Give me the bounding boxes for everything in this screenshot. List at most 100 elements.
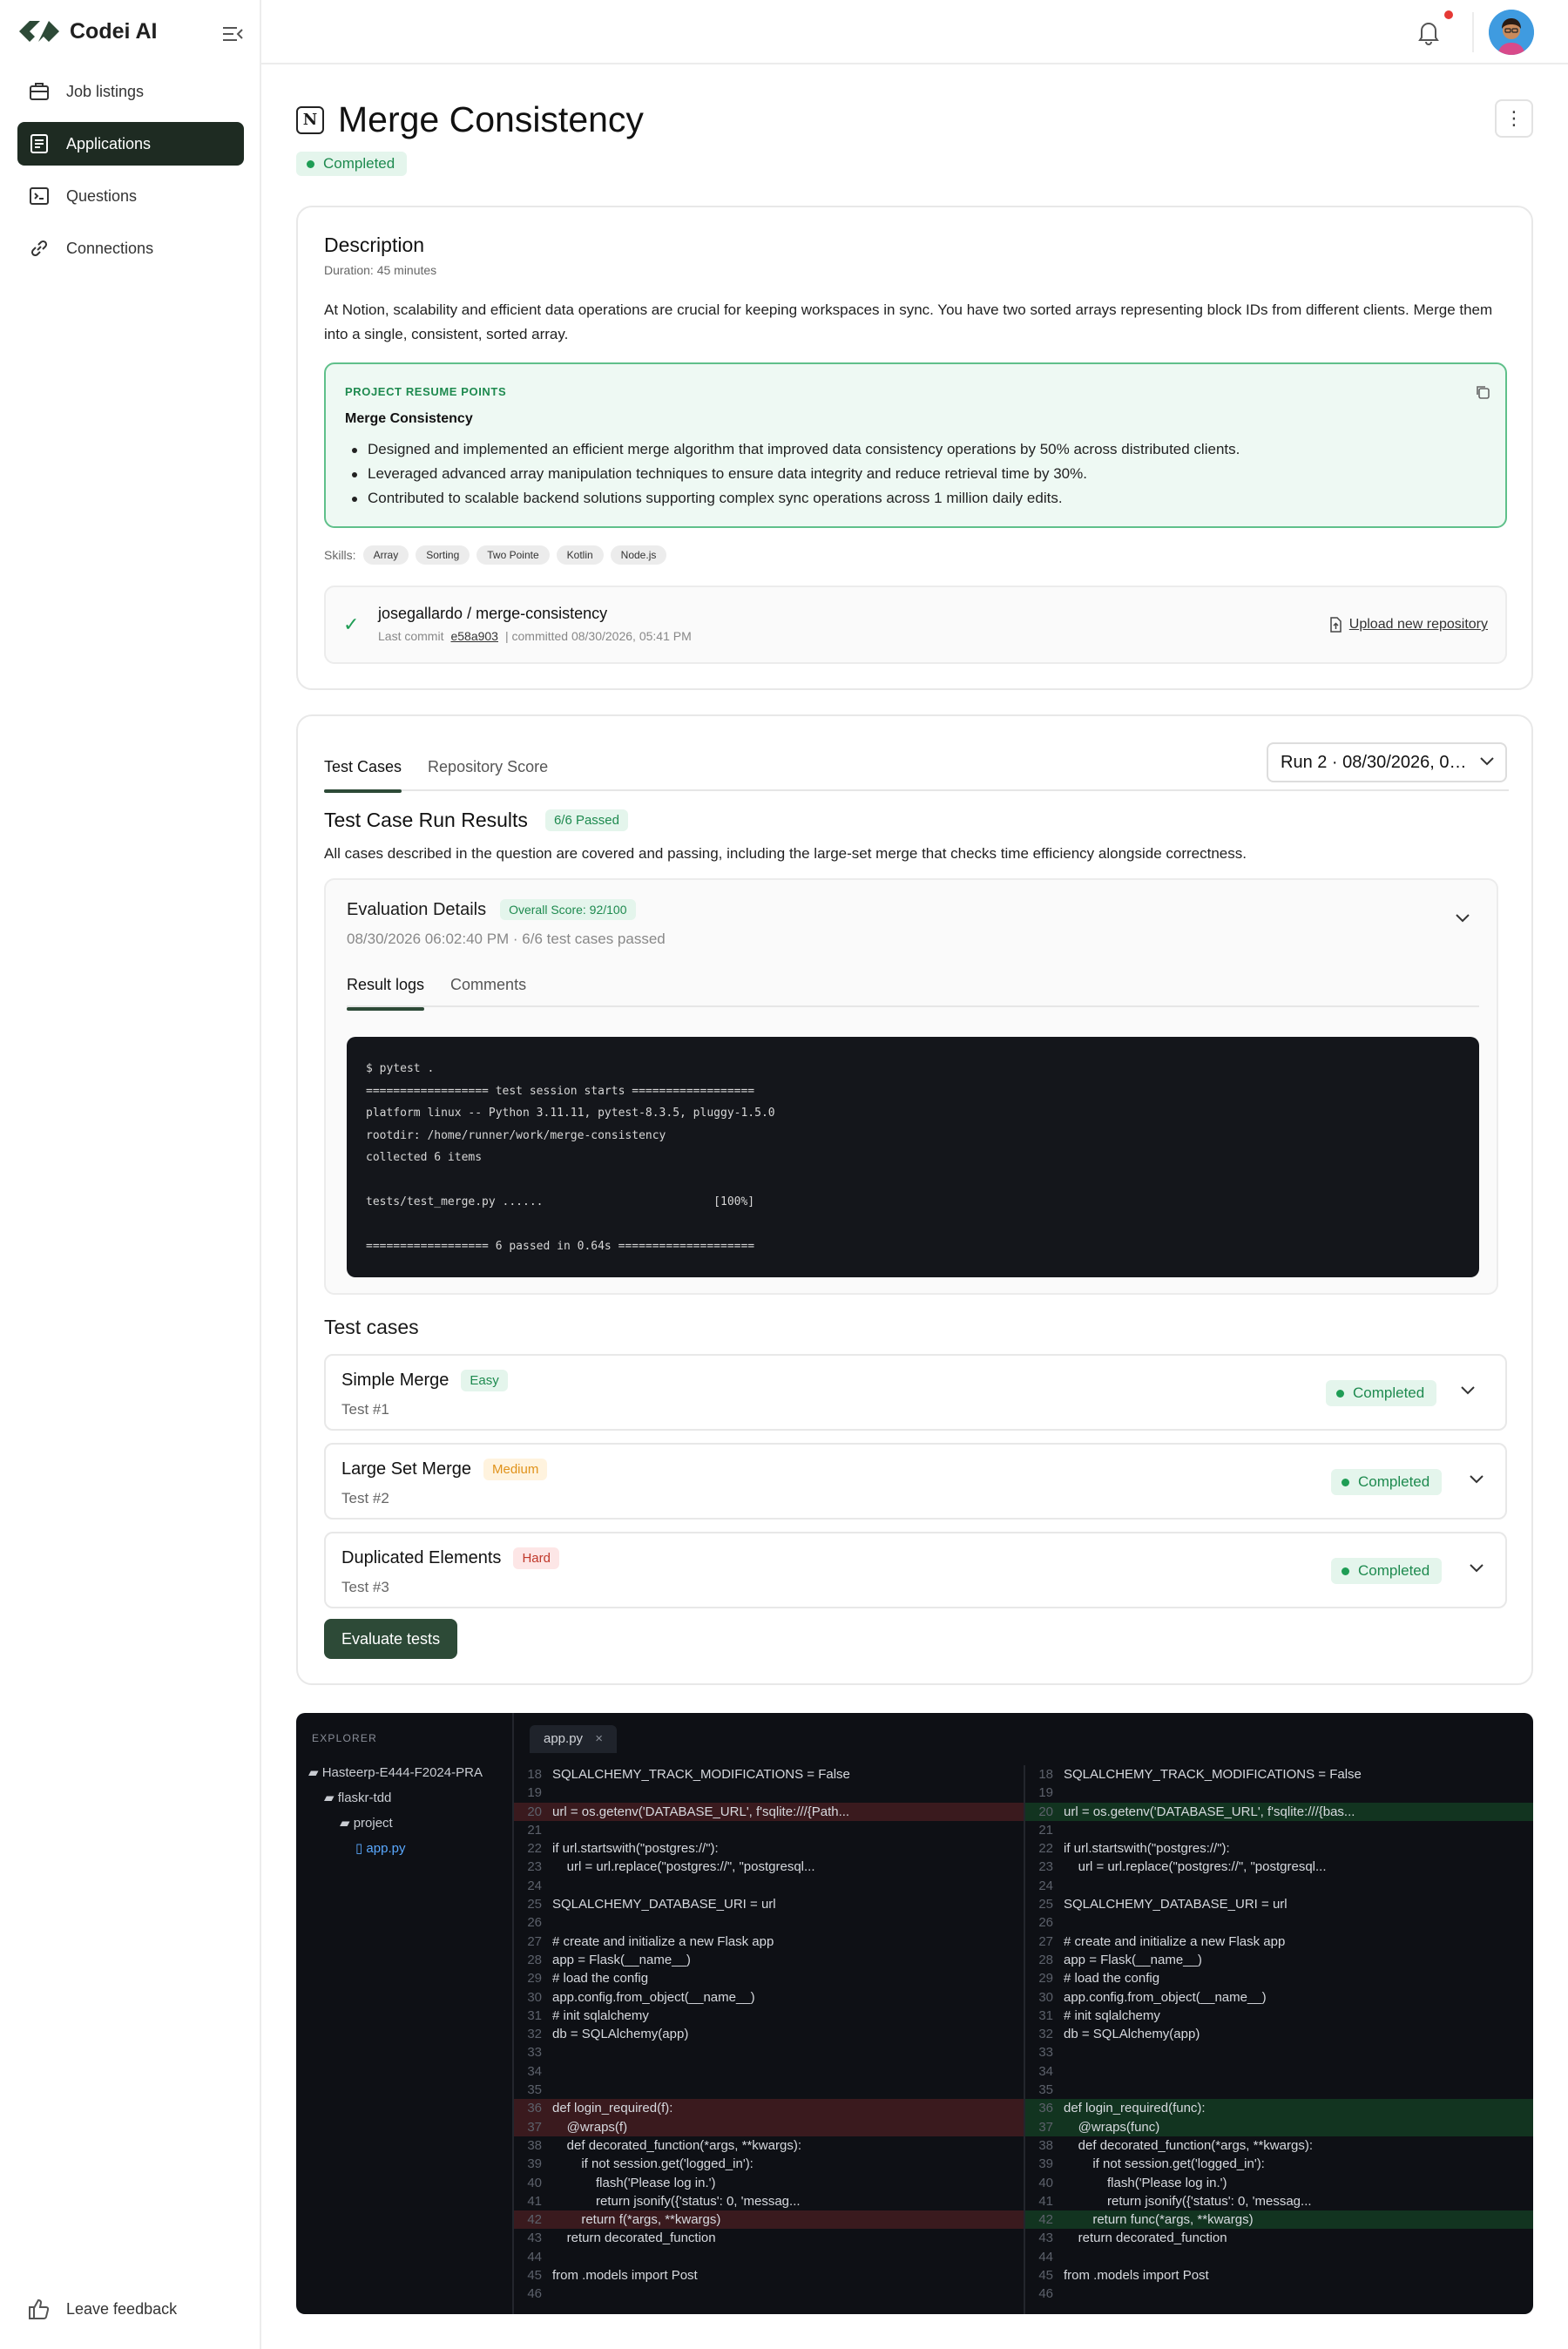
line-code: return func(*args, **kwargs) (1064, 2212, 1254, 2228)
run-select[interactable]: Run 2 · 08/30/2026, 06:02:40 PM (1267, 742, 1507, 782)
test-case-row[interactable]: Duplicated Elements Hard Test #3 Complet… (324, 1532, 1507, 1608)
tab-comments[interactable]: Comments (450, 972, 526, 1009)
line-code: SQLALCHEMY_TRACK_MODIFICATIONS = False (552, 1767, 850, 1782)
logo[interactable]: Codei AI (17, 17, 157, 45)
menu-collapse-icon (223, 27, 243, 41)
skills-row: Skills: Array Sorting Two Pointe Kotlin … (324, 545, 667, 565)
notifications-button[interactable] (1416, 19, 1441, 50)
avatar[interactable] (1489, 10, 1534, 55)
line-number: 20 (527, 1804, 542, 1819)
tree-label: project (353, 1816, 393, 1831)
sidebar-item-questions[interactable]: Questions (17, 174, 244, 218)
line-number: 44 (1038, 2249, 1053, 2264)
code-line: 31 # init sqlalchemy (1025, 2007, 1533, 2025)
tree-folder-root[interactable]: ▰ Hasteerp-E444-F2024-PRA (308, 1760, 509, 1785)
leave-feedback-button[interactable]: Leave feedback (26, 2297, 177, 2321)
code-line: 38 def decorated_function(*args, **kwarg… (514, 2136, 1024, 2155)
tree-file-app-py[interactable]: ▯ app.py (308, 1836, 509, 1861)
test-case-name-row: Duplicated Elements Hard (341, 1547, 559, 1569)
line-number: 29 (1038, 1971, 1053, 1987)
chevron-down-icon (1480, 757, 1494, 766)
sidebar-item-label: Applications (66, 134, 152, 152)
tab-test-cases[interactable]: Test Cases (324, 755, 402, 793)
folder-icon: ▰ (308, 1765, 322, 1780)
status-dot-icon (1342, 1478, 1349, 1486)
line-number: 36 (1038, 2101, 1053, 2116)
line-number: 45 (527, 2268, 542, 2284)
tree-folder-flaskr[interactable]: ▰ flaskr-tdd (308, 1785, 509, 1811)
line-code: if url.startswith("postgres://"): (1064, 1841, 1230, 1857)
line-number: 43 (1038, 2231, 1053, 2246)
chevron-down-icon[interactable] (1455, 913, 1470, 924)
tab-repository-score[interactable]: Repository Score (428, 755, 548, 791)
file-upload-icon (1330, 617, 1342, 633)
line-number: 32 (527, 2027, 542, 2042)
difficulty-badge: Medium (483, 1459, 548, 1480)
line-code: if url.startswith("postgres://"): (552, 1841, 719, 1857)
code-line: 32 db = SQLAlchemy(app) (514, 2025, 1024, 2043)
line-code: # load the config (1064, 1971, 1160, 1987)
tree-label: app.py (366, 1841, 406, 1856)
status-text: Completed (1358, 1473, 1430, 1490)
skills-label: Skills: (324, 548, 356, 562)
line-code: app.config.from_object(__name__) (552, 1989, 755, 2005)
line-number: 24 (1038, 1878, 1053, 1893)
line-number: 21 (1038, 1822, 1053, 1838)
line-code: return decorated_function (552, 2231, 716, 2246)
chevron-down-icon[interactable] (1469, 1563, 1484, 1574)
test-case-row[interactable]: Large Set Merge Medium Test #2 Completed (324, 1443, 1507, 1520)
collapse-sidebar-button[interactable] (221, 24, 244, 48)
line-code: from .models import Post (552, 2268, 698, 2284)
line-code: # load the config (552, 1971, 649, 1987)
close-icon[interactable]: × (595, 1731, 603, 1746)
code-line: 44 (1025, 2248, 1533, 2266)
line-code: def login_required(func): (1064, 2101, 1206, 2116)
code-line: 26 (514, 1913, 1024, 1932)
line-number: 27 (527, 1933, 542, 1949)
line-number: 29 (527, 1971, 542, 1987)
line-number: 19 (1038, 1785, 1053, 1801)
last-commit-label: Last commit (378, 629, 444, 643)
code-line: 30 app.config.from_object(__name__) (514, 1988, 1024, 2007)
sidebar-item-job-listings[interactable]: Job listings (17, 70, 244, 113)
top-bar (261, 0, 1568, 64)
sidebar-item-connections[interactable]: Connections (17, 227, 244, 270)
chevron-down-icon[interactable] (1460, 1385, 1476, 1396)
line-number: 31 (527, 2007, 542, 2023)
line-code: app.config.from_object(__name__) (1064, 1989, 1267, 2005)
commit-hash-link[interactable]: e58a903 (450, 629, 498, 643)
line-number: 38 (1038, 2137, 1053, 2153)
line-number: 23 (1038, 1859, 1053, 1875)
editor-tab-app-py[interactable]: app.py × (530, 1725, 617, 1753)
difficulty-badge: Easy (461, 1370, 508, 1391)
copy-button[interactable] (1474, 383, 1491, 405)
editor-tab-label: app.py (544, 1731, 584, 1746)
code-line: 24 (514, 1877, 1024, 1895)
more-options-button[interactable]: ⋮ (1495, 99, 1533, 138)
terminal-icon (30, 187, 49, 205)
difficulty-badge: Hard (513, 1547, 559, 1569)
code-line: 34 (514, 2062, 1024, 2081)
evaluation-details: Evaluation Details Overall Score: 92/100… (324, 878, 1498, 1295)
test-case-number: Test #3 (341, 1579, 389, 1595)
code-line: 28 app = Flask(__name__) (514, 1951, 1024, 1969)
line-number: 28 (1038, 1952, 1053, 1967)
line-number: 40 (1038, 2175, 1053, 2190)
copy-icon (1477, 386, 1490, 399)
evaluation-tabs: Result logs Comments (347, 972, 1479, 1011)
code-line: 41 return jsonify({'status': 0, 'messag.… (1025, 2192, 1533, 2210)
tree-folder-project[interactable]: ▰ project (308, 1811, 509, 1836)
sidebar-item-applications[interactable]: Applications (17, 122, 244, 166)
evaluate-tests-button[interactable]: Evaluate tests (324, 1619, 458, 1659)
skill-chip: Kotlin (556, 545, 604, 565)
code-line: 45 from .models import Post (514, 2266, 1024, 2285)
codei-logo-icon (19, 21, 59, 42)
status-dot-icon (307, 159, 314, 168)
test-case-row[interactable]: Simple Merge Easy Test #1 Completed (324, 1354, 1507, 1431)
line-number: 44 (527, 2249, 542, 2264)
code-line: 32 db = SQLAlchemy(app) (1025, 2025, 1533, 2043)
upload-repository-link[interactable]: Upload new repository (1328, 617, 1488, 633)
chevron-down-icon[interactable] (1469, 1474, 1484, 1485)
line-code: url = os.getenv('DATABASE_URL', f'sqlite… (552, 1804, 850, 1819)
tab-result-logs[interactable]: Result logs (347, 972, 425, 1011)
